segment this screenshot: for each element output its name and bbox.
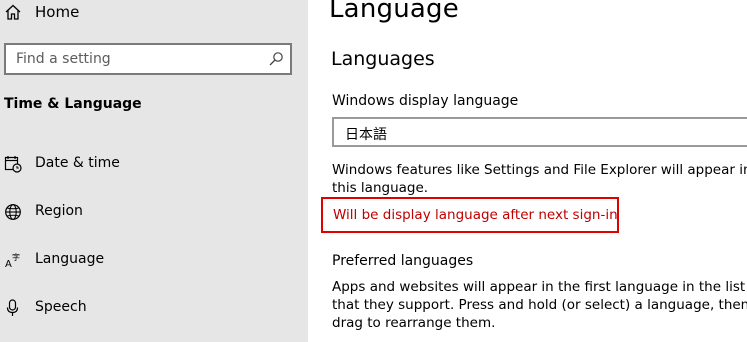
preferred-languages-description: Apps and websites will appear in the fir…	[332, 279, 747, 331]
page-title: Language	[329, 0, 459, 24]
svg-text:字: 字	[12, 252, 20, 262]
globe-icon	[4, 203, 22, 221]
sidebar-item-label: Region	[35, 203, 83, 219]
display-language-label: Windows display language	[332, 93, 519, 109]
sidebar-item-label: Language	[35, 251, 105, 267]
calendar-clock-icon	[4, 155, 22, 173]
display-language-value: 日本語	[345, 127, 387, 143]
section-title: Time & Language	[4, 96, 142, 112]
sidebar-item-label: Date & time	[35, 155, 120, 171]
sidebar-item-date-time[interactable]: Date & time	[0, 144, 300, 184]
search-input[interactable]	[16, 50, 256, 68]
display-language-dropdown[interactable]: 日本語	[332, 117, 747, 147]
status-highlight-box: Will be display language after next sign…	[321, 197, 619, 233]
language-icon: A 字	[4, 251, 22, 270]
main-content: Language Languages Windows display langu…	[308, 0, 747, 342]
languages-heading: Languages	[331, 48, 435, 70]
svg-text:A: A	[5, 259, 12, 269]
features-description: Windows features like Settings and File …	[332, 162, 747, 196]
microphone-icon	[4, 299, 22, 317]
sidebar-item-label: Speech	[35, 299, 87, 315]
sidebar-item-speech[interactable]: Speech	[0, 288, 300, 328]
status-message: Will be display language after next sign…	[333, 207, 618, 223]
preferred-languages-label: Preferred languages	[332, 253, 474, 269]
home-label: Home	[35, 3, 80, 21]
sidebar-item-language[interactable]: A 字 Language	[0, 240, 300, 280]
home-nav-item[interactable]: Home	[0, 0, 300, 26]
sidebar: Home Time & Language Date & time	[0, 0, 308, 342]
home-icon	[4, 3, 22, 21]
search-icon[interactable]	[268, 51, 284, 67]
search-box[interactable]	[4, 43, 292, 75]
sidebar-item-region[interactable]: Region	[0, 192, 300, 232]
